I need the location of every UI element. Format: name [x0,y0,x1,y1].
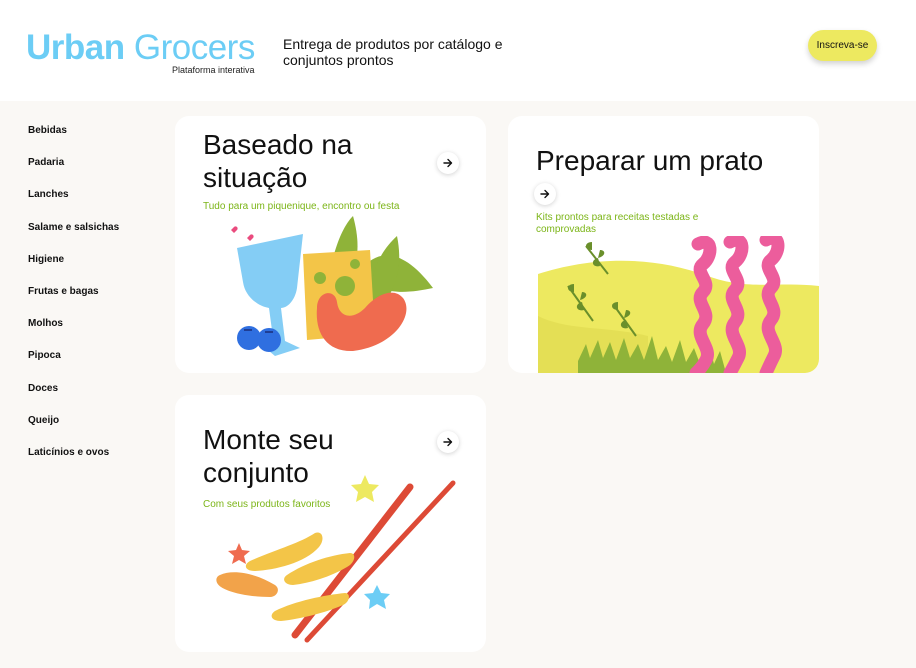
sidebar-item-padaria[interactable]: Padaria [28,157,119,189]
sidebar-item-frutas[interactable]: Frutas e bagas [28,286,119,318]
sidebar-item-laticinios[interactable]: Laticínios e ovos [28,447,119,479]
dish-illustration [538,236,819,373]
logo-bold: Urban [26,28,125,67]
logo[interactable]: Urban Grocers [26,29,255,67]
signup-button[interactable]: Inscreva-se [808,30,877,61]
card-title: Preparar um prato [536,145,764,176]
card-title: Baseado na situação [203,129,353,193]
card-build-set[interactable]: Monte seu conjunto Com seus produtos fav… [175,395,486,652]
arrow-right-icon[interactable] [437,431,459,453]
sidebar-item-bebidas[interactable]: Bebidas [28,125,119,157]
sidebar-item-lanches[interactable]: Lanches [28,189,119,221]
snacks-illustration [216,475,456,643]
card-prepare-dish[interactable]: Preparar um prato Kits prontos para rece… [508,116,819,373]
category-sidebar: Bebidas Padaria Lanches Salame e salsich… [28,125,119,479]
card-subtitle: Tudo para um piquenique, encontro ou fes… [203,201,400,212]
logo-subtitle: Plataforma interativa [172,65,255,75]
header-tagline: Entrega de produtos por catálogo e conju… [283,36,503,68]
picnic-illustration [231,216,433,356]
sidebar-item-salame[interactable]: Salame e salsichas [28,222,119,254]
sidebar-item-doces[interactable]: Doces [28,383,119,415]
header: Urban Grocers Plataforma interativa Entr… [0,0,916,101]
card-situation[interactable]: Baseado na situação Tudo para um piqueni… [175,116,486,373]
sidebar-item-pipoca[interactable]: Pipoca [28,350,119,382]
logo-light: Grocers [124,28,255,67]
card-subtitle: Kits prontos para receitas testadas e co… [536,212,699,235]
arrow-right-icon[interactable] [437,152,459,174]
sidebar-item-higiene[interactable]: Higiene [28,254,119,286]
arrow-right-icon[interactable] [534,183,556,205]
sidebar-item-queijo[interactable]: Queijo [28,415,119,447]
sidebar-item-molhos[interactable]: Molhos [28,318,119,350]
